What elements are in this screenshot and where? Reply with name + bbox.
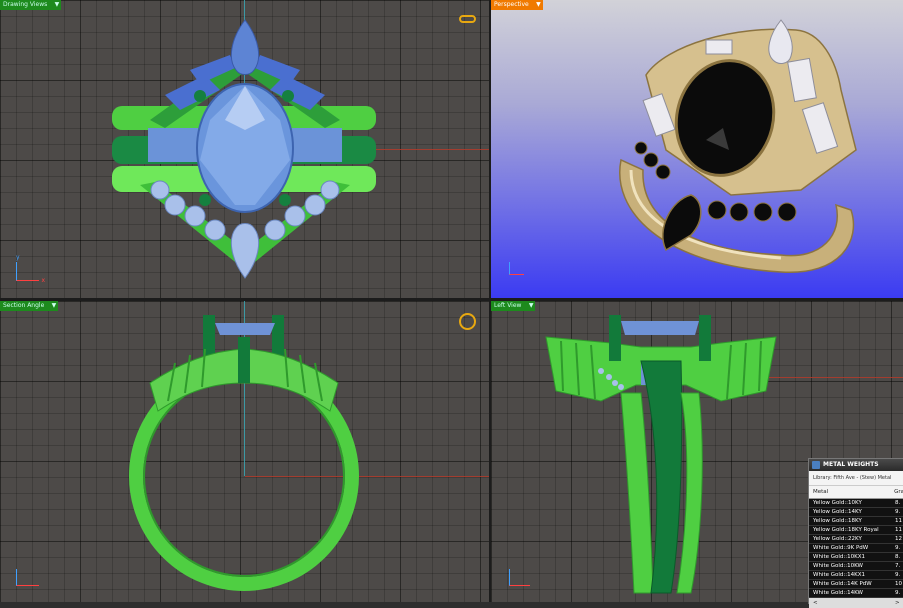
metal-name: Yellow Gold::14KY	[813, 509, 862, 515]
axis-indicator	[509, 569, 530, 586]
metal-weight: 8.	[895, 500, 901, 506]
weights-icon	[812, 461, 820, 469]
viewport-front[interactable]: Drawing Views ▼ y x	[0, 0, 489, 298]
metal-name: Yellow Gold::10KY	[813, 500, 862, 506]
metal-weight: 7.	[895, 563, 901, 569]
metal-weight: 10	[895, 581, 902, 587]
metal-name: White Gold::10KW	[813, 563, 863, 569]
metal-row[interactable]: White Gold::14KW 9.	[809, 589, 903, 598]
metal-row[interactable]: White Gold::14KX1 9.	[809, 571, 903, 580]
scroll-right-button[interactable]: >	[895, 598, 900, 608]
metal-row[interactable]: Yellow Gold::14KY 9.	[809, 508, 903, 517]
viewport-perspective[interactable]: Perspective ▼	[491, 0, 903, 298]
column-grams[interactable]: Gra	[894, 486, 903, 498]
metal-library-label: Library: Fifth Ave - (Stew) Metal	[809, 471, 903, 486]
axis-indicator-perspective	[509, 262, 524, 275]
ring-front-render	[112, 19, 376, 279]
column-metal[interactable]: Metal	[809, 486, 894, 498]
viewport-section[interactable]: Section Angle ▼	[0, 301, 489, 602]
metal-row[interactable]: Yellow Gold::18KY Royal 11	[809, 526, 903, 535]
metal-table-header: Metal Gra	[809, 486, 903, 499]
axis-indicator: yx	[16, 254, 45, 284]
metal-row[interactable]: Yellow Gold::22KY 12	[809, 535, 903, 544]
metal-name: White Gold::14KW	[813, 590, 863, 596]
ring-section-render	[129, 315, 359, 591]
metal-weight: 9.	[895, 545, 901, 551]
metal-name: Yellow Gold::18KY Royal	[813, 527, 879, 533]
viewport-divider-horizontal[interactable]	[0, 298, 903, 301]
metal-row[interactable]: Yellow Gold::18KY 11	[809, 517, 903, 526]
metal-weights-header[interactable]: METAL WEIGHTS	[809, 459, 903, 471]
metal-name: White Gold::9K PdW	[813, 545, 869, 551]
scroll-left-button[interactable]: <	[809, 598, 895, 608]
metal-name: White Gold::10KX1	[813, 554, 865, 560]
baguette-right	[292, 128, 342, 162]
metal-weight: 11	[895, 518, 902, 524]
metal-row[interactable]: White Gold::14K PdW 10	[809, 580, 903, 589]
ring-perspective-render	[619, 19, 857, 273]
metal-row[interactable]: White Gold::10KW 7.	[809, 562, 903, 571]
metal-table-scrollbar[interactable]: < >	[809, 598, 903, 608]
metal-row[interactable]: White Gold::9K PdW 9.	[809, 544, 903, 553]
metal-weight: 11	[895, 527, 902, 533]
metal-row[interactable]: White Gold::10KX1 8.	[809, 553, 903, 562]
metal-weight: 9.	[895, 590, 901, 596]
metal-table-body: Yellow Gold::10KY 8. Yellow Gold::14KY 9. Ye…	[809, 499, 903, 598]
metal-weight: 9.	[895, 572, 901, 578]
baguette-left	[148, 128, 198, 162]
metal-weight: 8.	[895, 554, 901, 560]
metal-name: White Gold::14KX1	[813, 572, 865, 578]
metal-weights-panel[interactable]: METAL WEIGHTS Library: Fifth Ave - (Stew…	[808, 458, 903, 608]
metal-name: Yellow Gold::22KY	[813, 536, 862, 542]
pear-white-gem	[768, 19, 793, 64]
metal-weight: 9.	[895, 509, 901, 515]
metal-name: Yellow Gold::18KY	[813, 518, 862, 524]
metal-row[interactable]: Yellow Gold::10KY 8.	[809, 499, 903, 508]
axis-indicator	[16, 569, 39, 586]
viewport-divider-vertical[interactable]	[489, 0, 491, 602]
metal-name: White Gold::14K PdW	[813, 581, 872, 587]
pear-bottom-gem	[230, 223, 260, 279]
metal-weight: 12	[895, 536, 902, 542]
pear-top-gem	[230, 19, 260, 75]
